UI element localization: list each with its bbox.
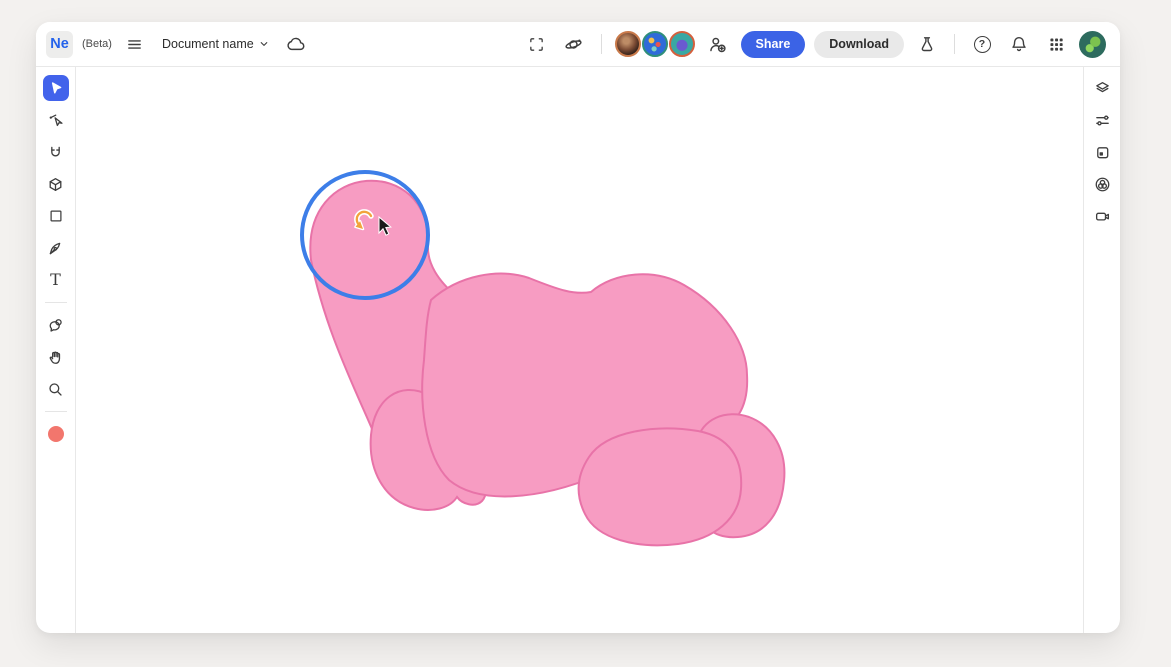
bell-icon: [1012, 37, 1026, 52]
pages-icon: [1096, 146, 1108, 158]
zoom-tool[interactable]: [43, 376, 69, 402]
account-avatar[interactable]: [1079, 31, 1106, 58]
pages-panel-button[interactable]: [1089, 139, 1115, 165]
magnifier-icon: [49, 382, 62, 396]
direct-select-tool[interactable]: [43, 107, 69, 133]
app-logo-text: Ne: [50, 36, 69, 52]
fullscreen-frame-button[interactable]: [523, 30, 551, 58]
help-button[interactable]: ?: [968, 30, 996, 58]
chevron-down-icon: [260, 42, 268, 46]
orbit-3d-icon: [565, 39, 582, 49]
share-button[interactable]: Share: [740, 30, 806, 58]
collaborator-avatars: [614, 31, 695, 57]
text-tool[interactable]: T: [43, 267, 69, 293]
blend-color-icon: [1095, 177, 1109, 191]
add-person-icon: [710, 37, 726, 52]
menu-button[interactable]: [121, 30, 149, 58]
camera-panel-button[interactable]: [1089, 203, 1115, 229]
hand-icon: [49, 351, 61, 364]
toolbar-divider: [44, 411, 67, 412]
panel-rail: [1083, 67, 1120, 633]
cube-icon: [49, 177, 62, 191]
color-swatch-button[interactable]: [43, 421, 69, 447]
experiments-button[interactable]: [913, 30, 941, 58]
select-cursor-icon: [51, 82, 61, 94]
hand-tool[interactable]: [43, 344, 69, 370]
sliders-icon: [1095, 114, 1109, 126]
add-collaborator-button[interactable]: [704, 30, 732, 58]
app-logo[interactable]: Ne: [46, 30, 73, 58]
layers-icon: [1095, 81, 1109, 92]
cloud-icon: [287, 37, 305, 50]
notifications-button[interactable]: [1005, 30, 1033, 58]
comment-icon: [49, 318, 62, 332]
direct-select-icon: [49, 114, 63, 126]
cloud-sync-button[interactable]: [282, 30, 310, 58]
help-icon: ?: [973, 35, 991, 53]
beaker-icon: [921, 37, 933, 52]
toolbar-divider: [44, 302, 67, 303]
blend-color-panel-button[interactable]: [1089, 171, 1115, 197]
top-bar: Ne (Beta) Document name Share Download ?: [36, 22, 1120, 67]
top-bar-right: Share Download ?: [523, 30, 1106, 58]
magnet-icon: [51, 146, 60, 156]
divider: [600, 34, 602, 54]
rectangle-icon: [49, 210, 62, 222]
document-name: Document name: [161, 37, 254, 51]
color-swatch-icon: [47, 426, 64, 442]
apps-grid-icon: [1049, 37, 1063, 51]
pen-icon: [49, 242, 61, 254]
rectangle-tool[interactable]: [43, 203, 69, 229]
layers-panel-button[interactable]: [1089, 75, 1115, 101]
divider: [954, 34, 955, 54]
blob-rear-leg-near[interactable]: [577, 427, 743, 547]
comment-tool[interactable]: [43, 312, 69, 338]
top-bar-left: Ne (Beta) Document name: [46, 30, 310, 58]
toolbar: T: [36, 67, 76, 633]
main-area: T: [36, 67, 1120, 633]
orbit-3d-button[interactable]: [560, 30, 588, 58]
camera-icon: [1095, 212, 1109, 221]
select-tool[interactable]: [42, 75, 69, 101]
collaborator-avatar-3[interactable]: [668, 31, 695, 57]
hamburger-icon: [128, 39, 142, 49]
canvas[interactable]: [76, 67, 1083, 633]
properties-panel-button[interactable]: [1089, 107, 1115, 133]
cube-3d-tool[interactable]: [43, 171, 69, 197]
app-window: Ne (Beta) Document name Share Download ?…: [36, 22, 1120, 633]
magnet-tool[interactable]: [43, 139, 69, 165]
pen-tool[interactable]: [43, 235, 69, 261]
document-name-button[interactable]: Document name: [158, 35, 273, 53]
beta-label: (Beta): [82, 38, 112, 50]
text-tool-icon: T: [50, 270, 61, 289]
canvas-artwork[interactable]: [76, 67, 1083, 633]
help-glyph: ?: [978, 38, 986, 50]
download-button[interactable]: Download: [814, 30, 904, 58]
fullscreen-frame-icon: [530, 37, 543, 51]
apps-grid-button[interactable]: [1042, 30, 1070, 58]
collaborator-avatar-1[interactable]: [614, 31, 641, 57]
blob-creature[interactable]: [309, 179, 786, 547]
collaborator-avatar-2[interactable]: [641, 31, 668, 57]
